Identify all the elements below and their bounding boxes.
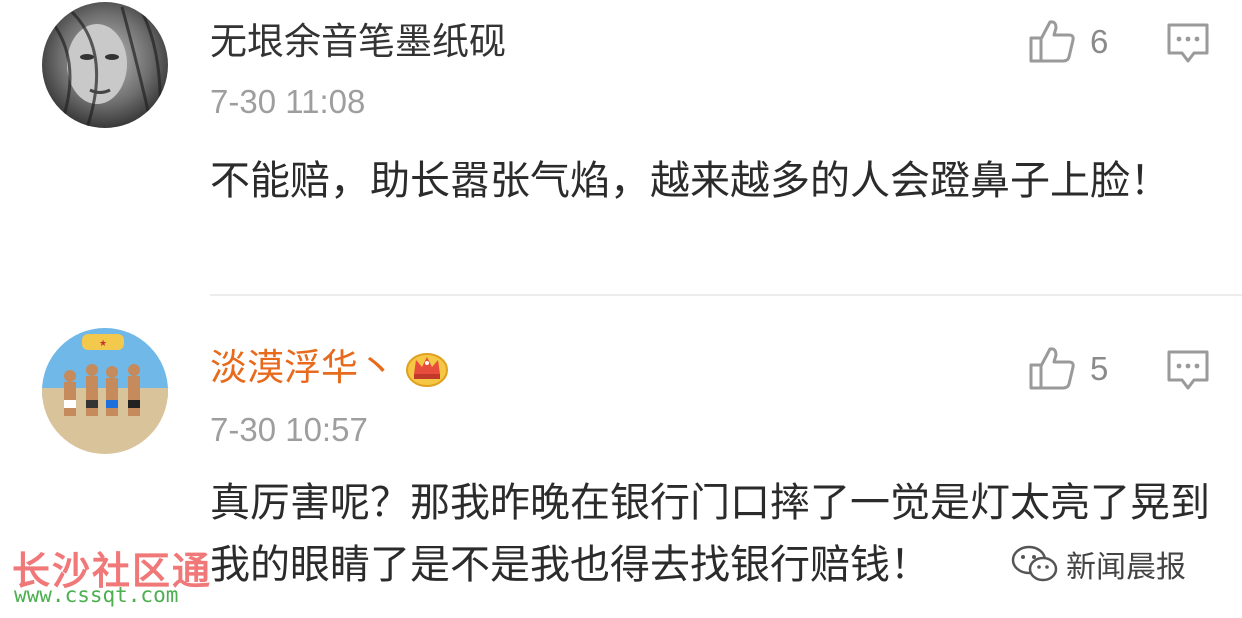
like-count: 5 [1090, 350, 1109, 387]
username[interactable]: 淡漠浮华丶 [210, 346, 449, 390]
comment-icon [1167, 23, 1209, 63]
comment-timestamp: 7-30 10:57 [210, 411, 368, 448]
svg-text:★: ★ [99, 339, 107, 349]
comment-text: 不能赔，助长嚣张气焰，越来越多的人会蹬鼻子上脸！ [210, 158, 1170, 204]
like-button[interactable] [1028, 345, 1076, 395]
username-text: 淡漠浮华丶 [210, 346, 395, 389]
watermark-source-label: 新闻晨报 [1066, 550, 1186, 585]
watermark-url: www.cssqt.com [14, 583, 179, 607]
reply-button[interactable] [1166, 22, 1210, 68]
like-button[interactable] [1028, 18, 1076, 68]
comment-timestamp: 7-30 11:08 [210, 83, 366, 120]
divider [210, 294, 1242, 296]
thumbs-up-icon [1029, 20, 1075, 63]
avatar[interactable] [42, 2, 168, 128]
avatar[interactable]: ★ [42, 328, 168, 454]
username[interactable]: 无垠余音笔墨纸砚 [210, 20, 506, 64]
like-count: 6 [1090, 23, 1109, 60]
crown-badge-icon [406, 353, 448, 387]
reply-button[interactable] [1166, 349, 1210, 395]
comment-icon [1167, 350, 1209, 390]
thumbs-up-icon [1029, 347, 1075, 390]
watermark-source: 新闻晨报 [1010, 542, 1186, 586]
wechat-icon [1011, 545, 1058, 582]
